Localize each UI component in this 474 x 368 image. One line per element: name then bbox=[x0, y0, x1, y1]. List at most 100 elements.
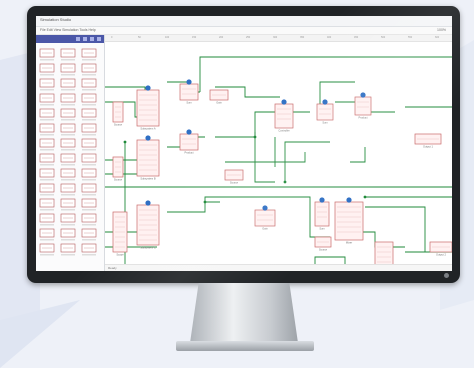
palette-block-icon[interactable] bbox=[60, 183, 76, 196]
signal-wire bbox=[254, 132, 275, 183]
diagram-block[interactable]: Scope bbox=[112, 211, 128, 257]
diagram-block[interactable]: Output 1 bbox=[414, 133, 442, 149]
palette-block-icon[interactable] bbox=[60, 78, 76, 91]
block-status-icon bbox=[145, 200, 151, 206]
palette-block-icon[interactable] bbox=[81, 108, 97, 121]
palette-block-icon[interactable] bbox=[60, 108, 76, 121]
block-label: Sum bbox=[186, 101, 191, 105]
palette-block-icon[interactable] bbox=[60, 48, 76, 61]
diagram-block[interactable]: Product bbox=[179, 129, 199, 155]
palette-block-icon[interactable] bbox=[81, 198, 97, 211]
palette-block-icon[interactable] bbox=[81, 123, 97, 136]
palette-block-icon[interactable] bbox=[60, 168, 76, 181]
palette-block-icon[interactable] bbox=[60, 93, 76, 106]
block-label: Output 1 bbox=[423, 145, 434, 149]
wire-junction bbox=[363, 195, 367, 199]
palette-block-icon[interactable] bbox=[39, 153, 55, 166]
palette-block-icon[interactable] bbox=[81, 183, 97, 196]
diagram-block[interactable]: Subsystem B bbox=[136, 135, 160, 181]
palette-block-icon[interactable] bbox=[60, 213, 76, 226]
scene: Simulation Studio File Edit View Simulat… bbox=[0, 0, 474, 368]
ruler-tick: 600 bbox=[435, 36, 440, 39]
block-label: Source bbox=[230, 181, 239, 185]
block-diagram[interactable]: Subsystem A Subsystem B Subsystem C Sum Prod… bbox=[105, 42, 452, 271]
palette-block-icon[interactable] bbox=[81, 243, 97, 256]
palette-block-icon[interactable] bbox=[81, 48, 97, 61]
palette-block-icon[interactable] bbox=[81, 93, 97, 106]
library-tool-icon[interactable] bbox=[76, 37, 80, 41]
palette-block-icon[interactable] bbox=[60, 138, 76, 151]
diagram-block[interactable]: Source bbox=[224, 169, 244, 185]
palette-block-icon[interactable] bbox=[60, 198, 76, 211]
menu-bar[interactable]: File Edit View Simulation Tools Help 100… bbox=[36, 27, 452, 35]
diagram-block[interactable]: Source bbox=[314, 236, 332, 252]
power-button[interactable] bbox=[444, 273, 449, 278]
palette-block-icon[interactable] bbox=[81, 138, 97, 151]
palette-block-icon[interactable] bbox=[60, 123, 76, 136]
ruler-tick: 250 bbox=[246, 36, 251, 39]
palette-block-icon[interactable] bbox=[39, 63, 55, 76]
palette-block-icon[interactable] bbox=[39, 228, 55, 241]
palette-block-icon[interactable] bbox=[60, 243, 76, 256]
block-label: Gain bbox=[216, 101, 222, 105]
library-header bbox=[36, 35, 104, 43]
diagram-canvas[interactable]: Subsystem A Subsystem B Subsystem C Sum Prod… bbox=[105, 42, 452, 271]
diagram-block[interactable]: Sum bbox=[179, 79, 199, 105]
diagram-block[interactable]: Mixer bbox=[334, 197, 364, 245]
block-status-icon bbox=[281, 99, 287, 105]
diagram-block[interactable]: Subsystem A bbox=[136, 85, 160, 131]
block-label: Product bbox=[359, 116, 368, 120]
palette-block-icon[interactable] bbox=[39, 168, 55, 181]
app-title: Simulation Studio bbox=[40, 17, 72, 22]
diagram-block[interactable]: Gain bbox=[254, 205, 276, 231]
palette-block-icon[interactable] bbox=[81, 213, 97, 226]
block-label: Mixer bbox=[346, 241, 352, 245]
palette-block-icon[interactable] bbox=[81, 63, 97, 76]
block-label: Sum bbox=[319, 227, 324, 231]
palette-block-icon[interactable] bbox=[39, 78, 55, 91]
title-bar: Simulation Studio bbox=[36, 16, 452, 27]
palette-block-icon[interactable] bbox=[39, 183, 55, 196]
diagram-block[interactable]: Controller bbox=[274, 99, 294, 133]
palette-block-icon[interactable] bbox=[39, 48, 55, 61]
palette-block-icon[interactable] bbox=[39, 198, 55, 211]
palette-block-icon[interactable] bbox=[81, 168, 97, 181]
library-tool-icon[interactable] bbox=[90, 37, 94, 41]
menu-items[interactable]: File Edit View Simulation Tools Help bbox=[40, 28, 96, 32]
monitor-stand-base bbox=[176, 341, 314, 351]
diagram-block[interactable]: Gain bbox=[209, 89, 229, 105]
palette-block-icon[interactable] bbox=[81, 153, 97, 166]
block-status-icon bbox=[346, 197, 352, 203]
palette-block-icon[interactable] bbox=[60, 63, 76, 76]
palette-block-icon[interactable] bbox=[39, 213, 55, 226]
block-label: Gain bbox=[262, 227, 268, 231]
signal-wire bbox=[350, 147, 366, 163]
palette-block-icon[interactable] bbox=[81, 228, 97, 241]
palette-block-icon[interactable] bbox=[39, 108, 55, 121]
zoom-level[interactable]: 100% bbox=[437, 28, 446, 32]
diagram-block[interactable]: Product bbox=[354, 92, 372, 120]
diagram-block[interactable]: Sum bbox=[316, 99, 334, 125]
palette-block-icon[interactable] bbox=[60, 228, 76, 241]
library-tool-icon[interactable] bbox=[83, 37, 87, 41]
block-label: Subsystem B bbox=[140, 177, 156, 181]
diagram-block[interactable]: Sum bbox=[314, 197, 330, 231]
ruler-tick: 100 bbox=[165, 36, 170, 39]
block-library-panel[interactable] bbox=[36, 35, 105, 271]
palette-block-icon[interactable] bbox=[60, 153, 76, 166]
blocks[interactable]: Subsystem A Subsystem B Subsystem C Sum Prod… bbox=[112, 79, 452, 271]
block-label: Product bbox=[185, 151, 194, 155]
palette-block-icon[interactable] bbox=[81, 78, 97, 91]
palette-block-icon[interactable] bbox=[39, 243, 55, 256]
palette-block-icon[interactable] bbox=[39, 138, 55, 151]
palette-block-icon[interactable] bbox=[39, 93, 55, 106]
diagram-block[interactable]: Source bbox=[112, 156, 124, 182]
ruler: 0 50 100 150 200 250 300 350 400 450 500 550 600 bbox=[105, 35, 452, 42]
diagram-block[interactable]: Source bbox=[112, 101, 124, 127]
diagram-block[interactable]: Output 2 bbox=[429, 241, 452, 257]
ruler-tick: 0 bbox=[111, 36, 113, 39]
palette-block-icon[interactable] bbox=[39, 123, 55, 136]
library-tool-icon[interactable] bbox=[97, 37, 101, 41]
diagram-block[interactable]: Subsystem C bbox=[136, 200, 160, 250]
block-palette[interactable] bbox=[36, 43, 104, 271]
